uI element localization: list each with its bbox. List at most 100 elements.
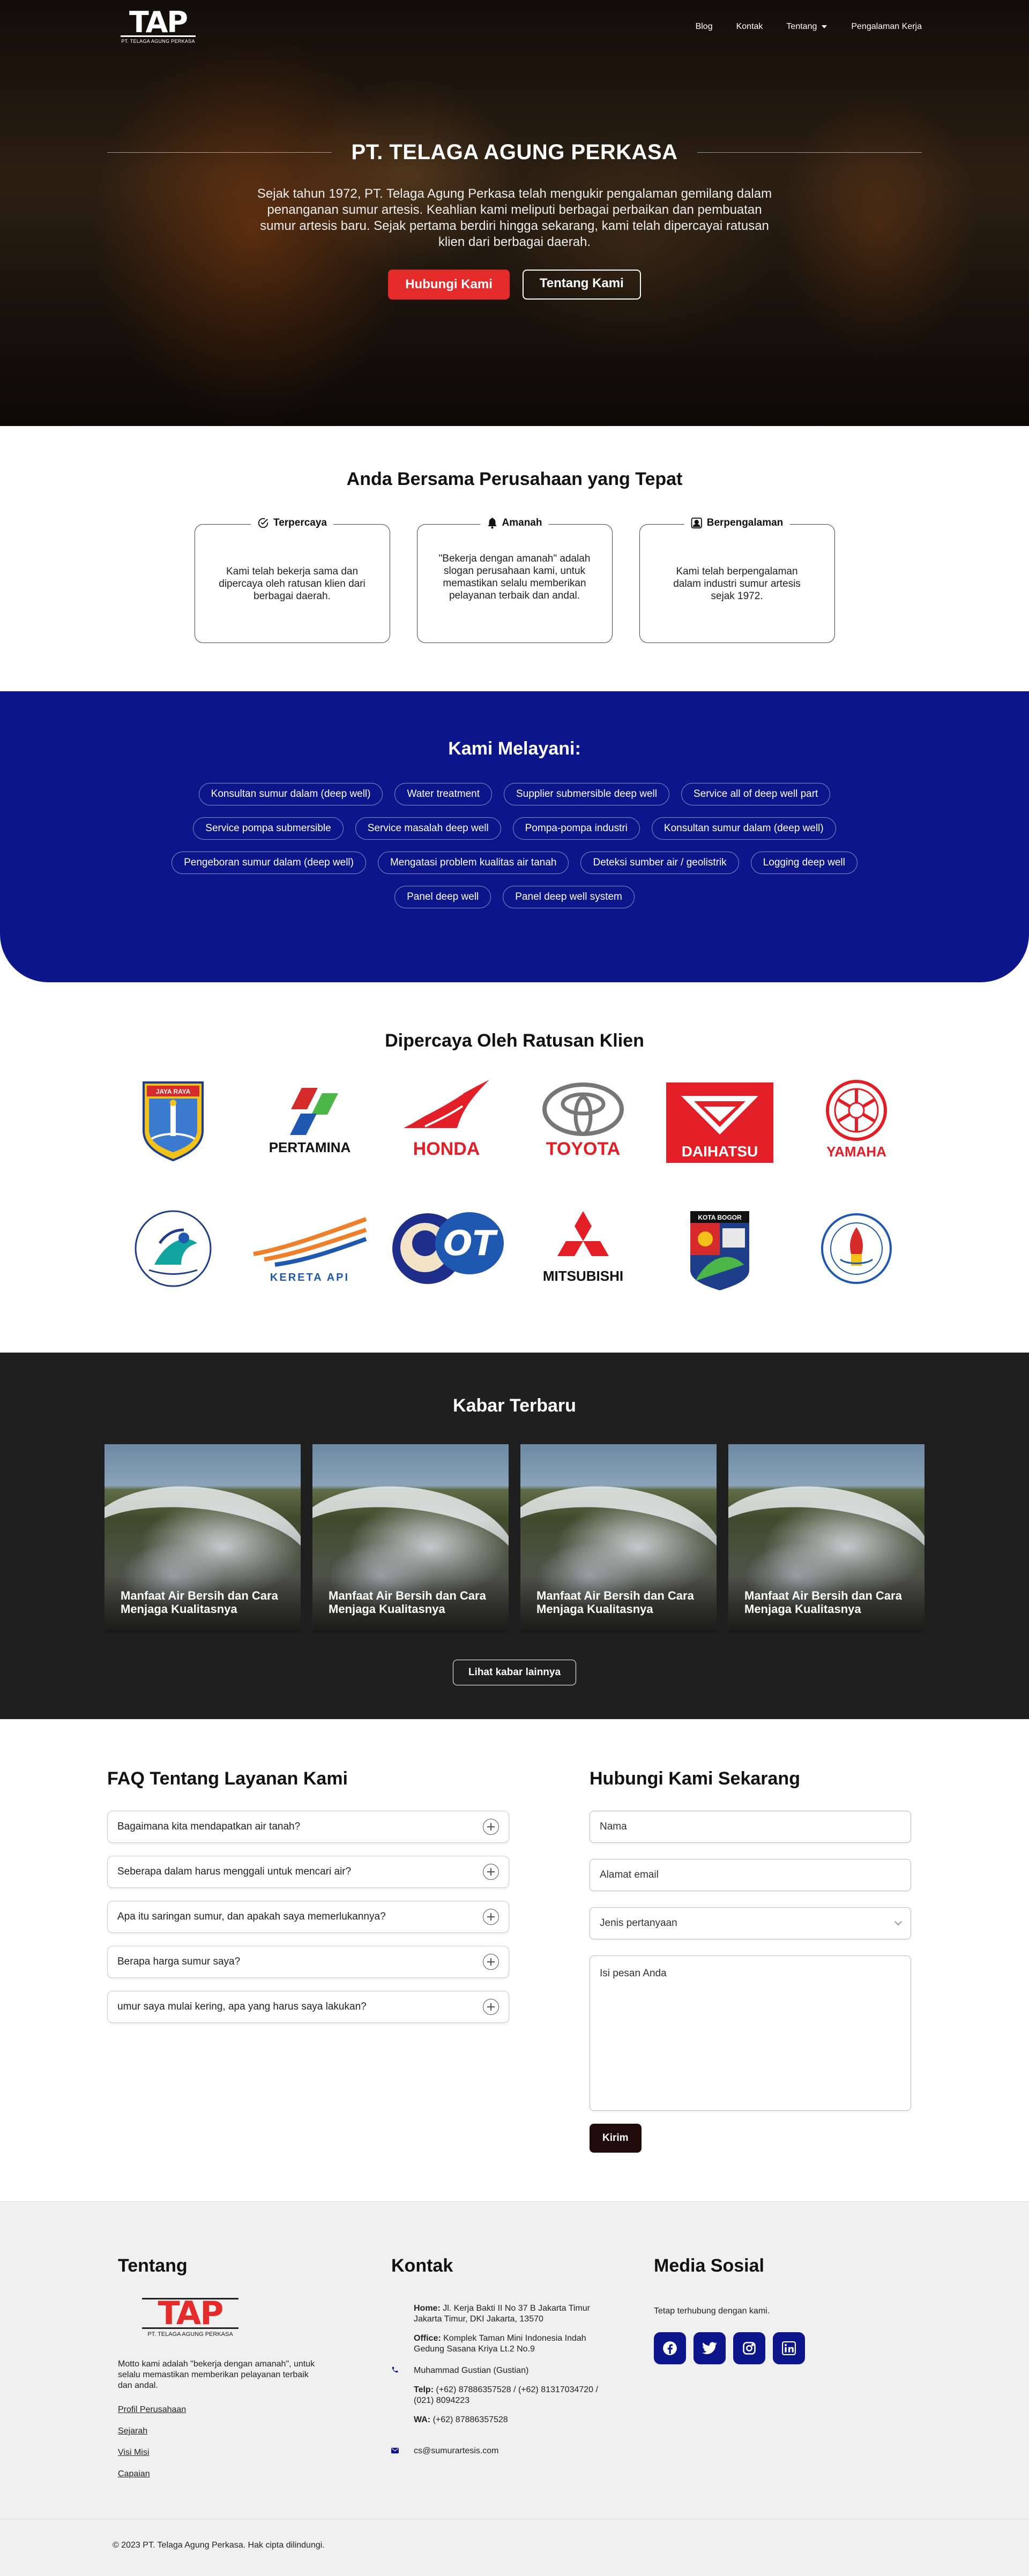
phone-numbers: (+62) 87886357528 / (+62) 81317034720 / …: [414, 2385, 598, 2405]
news-card[interactable]: Manfaat Air Bersih dan Cara Menjaga Kual…: [312, 1444, 509, 1633]
service-chip: Service masalah deep well: [355, 817, 501, 840]
home-address: Jl. Kerja Bakti II No 37 B Jakarta Timur…: [414, 2304, 590, 2324]
faq-question: Berapa harga sumur saya?: [117, 1956, 241, 1967]
plus-icon: [483, 1819, 499, 1835]
footer-link-profil[interactable]: Profil Perusahaan: [118, 2405, 391, 2415]
facebook-button[interactable]: [654, 2332, 686, 2364]
advantage-card-terpercaya: Terpercaya Kami telah bekerja sama dan d…: [194, 517, 390, 643]
top-nav: TAP PT. TELAGA AGUNG PERKASA Blog Kontak…: [0, 0, 1029, 54]
faq-question: Apa itu saringan sumur, dan apakah saya …: [117, 1911, 386, 1922]
hero-content: PT. TELAGA AGUNG PERKASA Sejak tahun 197…: [0, 140, 1029, 300]
chevron-down-icon: [894, 1917, 903, 1926]
client-logo-kereta-api: KERETA API: [241, 1206, 378, 1291]
client-logo-grid: JAYA RAYA PERTAMINA HONDA TOYOTA DAIHATS…: [105, 1077, 924, 1291]
instagram-button[interactable]: [733, 2332, 765, 2364]
footer-social-title: Media Sosial: [654, 2256, 764, 2276]
hero-divider-left: [107, 152, 332, 153]
tentang-kami-button[interactable]: Tentang Kami: [522, 270, 641, 300]
faq-item[interactable]: Berapa harga sumur saya?: [107, 1946, 509, 1978]
services-section: Kami Melayani: Konsultan sumur dalam (de…: [0, 691, 1029, 982]
news-card[interactable]: Manfaat Air Bersih dan Cara Menjaga Kual…: [520, 1444, 717, 1633]
footer-motto: Motto kami adalah "bekerja dengan amanah…: [118, 2360, 315, 2390]
faq-item[interactable]: Apa itu saringan sumur, dan apakah saya …: [107, 1901, 509, 1933]
name-field[interactable]: Nama: [590, 1811, 911, 1843]
service-chip: Supplier submersible deep well: [504, 783, 669, 805]
news-section: Kabar Terbaru Manfaat Air Bersih dan Car…: [0, 1353, 1029, 1719]
advantage-card-title: Berpengalaman: [706, 517, 784, 528]
service-chip: Pengeboran sumur dalam (deep well): [172, 852, 366, 874]
svg-text:KOTA BOGOR: KOTA BOGOR: [698, 1214, 742, 1221]
service-chip: Water treatment: [394, 783, 492, 805]
hero-description: Sejak tahun 1972, PT. Telaga Agung Perka…: [257, 186, 772, 249]
advantages-section: Anda Bersama Perusahaan yang Tepat Terpe…: [0, 426, 1029, 691]
plus-icon: [483, 1999, 499, 2015]
svg-text:HONDA: HONDA: [413, 1139, 480, 1159]
more-news-button[interactable]: Lihat kabar lainnya: [452, 1660, 577, 1685]
faq-title: FAQ Tentang Layanan Kami: [107, 1768, 348, 1789]
client-logo-kemenpora: [788, 1206, 924, 1291]
service-chip: Deteksi sumber air / geolistrik: [580, 852, 739, 874]
footer-link-capaian[interactable]: Capaian: [118, 2469, 391, 2479]
advantages-title: Anda Bersama Perusahaan yang Tepat: [346, 469, 683, 489]
footer-logo: TAP PT. TELAGA AGUNG PERKASA: [118, 2297, 263, 2338]
id-card-icon: [691, 517, 702, 529]
bell-icon: [488, 518, 497, 529]
hubungi-kami-button[interactable]: Hubungi Kami: [388, 270, 510, 300]
faq-item[interactable]: Bagaimana kita mendapatkan air tanah?: [107, 1811, 509, 1843]
caret-down-icon: [822, 25, 827, 28]
service-chip: Konsultan sumur dalam (deep well): [651, 817, 836, 840]
contact-person: Muhammad Gustian (Gustian): [414, 2366, 529, 2375]
client-logo-kota-bogor: KOTA BOGOR: [651, 1206, 788, 1291]
faq-contact-section: FAQ Tentang Layanan Kami Bagaimana kita …: [0, 1719, 1029, 2201]
faq-question: umur saya mulai kering, apa yang harus s…: [117, 2001, 367, 2012]
service-chip: Service all of deep well part: [681, 783, 831, 805]
footer-link-sejarah[interactable]: Sejarah: [118, 2426, 391, 2436]
svg-text:MITSUBISHI: MITSUBISHI: [542, 1268, 623, 1284]
question-type-select[interactable]: Jenis pertanyaan: [590, 1907, 911, 1939]
advantage-card-title: Terpercaya: [273, 517, 327, 528]
advantage-card-title: Amanah: [502, 517, 542, 528]
linkedin-button[interactable]: [773, 2332, 805, 2364]
news-card[interactable]: Manfaat Air Bersih dan Cara Menjaga Kual…: [105, 1444, 301, 1633]
news-card-title: Manfaat Air Bersih dan Cara Menjaga Kual…: [536, 1589, 694, 1616]
client-logo-ot: OT: [378, 1206, 514, 1291]
logo-subtitle: PT. TELAGA AGUNG PERKASA: [121, 39, 195, 44]
service-chip: Panel deep well: [394, 886, 491, 908]
client-logo-kkp: [105, 1206, 241, 1291]
plus-icon: [483, 1954, 499, 1970]
footer-contact-title: Kontak: [391, 2256, 453, 2276]
facebook-icon: [663, 2341, 677, 2355]
twitter-button[interactable]: [694, 2332, 726, 2364]
clients-section: Dipercaya Oleh Ratusan Klien JAYA RAYA P…: [0, 982, 1029, 1353]
client-logo-yamaha: YAMAHA: [788, 1077, 924, 1163]
email-link[interactable]: cs@sumurartesis.com: [414, 2446, 499, 2456]
footer-contact: Kontak Home: Jl. Kerja Bakti II No 37 B …: [391, 2256, 654, 2519]
nav-link-kontak[interactable]: Kontak: [736, 22, 763, 32]
site-logo[interactable]: TAP PT. TELAGA AGUNG PERKASA: [107, 8, 209, 44]
svg-text:DAIHATSU: DAIHATSU: [681, 1143, 758, 1160]
email-field[interactable]: Alamat email: [590, 1859, 911, 1891]
client-logo-daihatsu: DAIHATSU: [651, 1077, 788, 1163]
faq-item[interactable]: Seberapa dalam harus menggali untuk menc…: [107, 1856, 509, 1888]
faq-question: Seberapa dalam harus menggali untuk menc…: [117, 1866, 352, 1877]
service-chip: Service pompa submersible: [193, 817, 344, 840]
news-card-title: Manfaat Air Bersih dan Cara Menjaga Kual…: [329, 1589, 486, 1616]
social-description: Tetap terhubung dengan kami.: [654, 2306, 770, 2316]
svg-text:OT: OT: [443, 1224, 497, 1264]
copyright-bar: © 2023 PT. Telaga Agung Perkasa. Hak cip…: [0, 2519, 1029, 2576]
service-chip: Konsultan sumur dalam (deep well): [198, 783, 383, 805]
nav-link-blog[interactable]: Blog: [696, 22, 713, 32]
news-title: Kabar Terbaru: [453, 1395, 576, 1416]
faq-item[interactable]: umur saya mulai kering, apa yang harus s…: [107, 1991, 509, 2023]
message-textarea[interactable]: Isi pesan Anda: [590, 1955, 911, 2111]
client-logo-honda: HONDA: [378, 1077, 514, 1163]
nav-link-tentang[interactable]: Tentang: [786, 22, 827, 32]
plus-icon: [483, 1909, 499, 1925]
footer-about-title: Tentang: [118, 2256, 188, 2276]
submit-button[interactable]: Kirim: [590, 2124, 642, 2153]
contact-form-block: Hubungi Kami Sekarang Nama Alamat email …: [590, 1768, 911, 2201]
nav-link-pengalaman-kerja[interactable]: Pengalaman Kerja: [851, 22, 922, 32]
footer-about: Tentang TAP PT. TELAGA AGUNG PERKASA Mot…: [118, 2256, 391, 2519]
news-card[interactable]: Manfaat Air Bersih dan Cara Menjaga Kual…: [728, 1444, 924, 1633]
footer-link-visi-misi[interactable]: Visi Misi: [118, 2448, 391, 2458]
